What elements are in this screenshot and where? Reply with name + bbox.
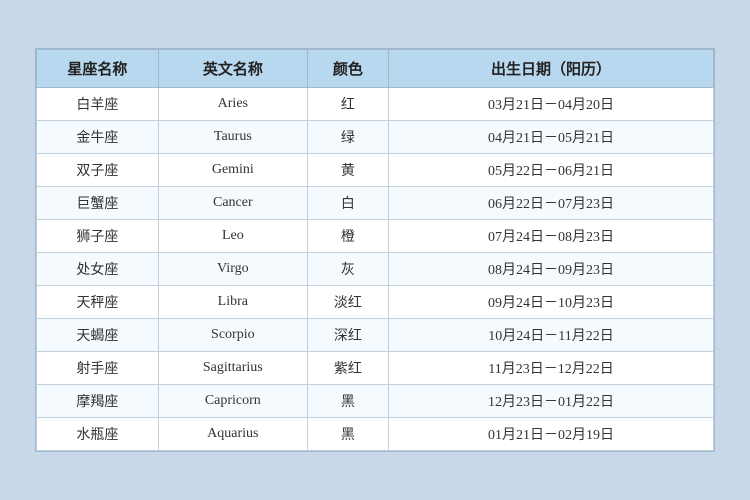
cell-color: 红 <box>307 88 388 121</box>
cell-date: 09月24日－10月23日 <box>389 286 714 319</box>
cell-color: 白 <box>307 187 388 220</box>
cell-english: Leo <box>158 220 307 253</box>
zodiac-table-container: 星座名称 英文名称 颜色 出生日期（阳历） 白羊座Aries红03月21日－04… <box>35 48 715 452</box>
cell-date: 06月22日－07月23日 <box>389 187 714 220</box>
cell-english: Cancer <box>158 187 307 220</box>
cell-english: Scorpio <box>158 319 307 352</box>
cell-date: 05月22日－06月21日 <box>389 154 714 187</box>
cell-english: Taurus <box>158 121 307 154</box>
table-row: 摩羯座Capricorn黑12月23日－01月22日 <box>37 385 714 418</box>
table-row: 射手座Sagittarius紫红11月23日－12月22日 <box>37 352 714 385</box>
table-row: 天秤座Libra淡红09月24日－10月23日 <box>37 286 714 319</box>
table-header-row: 星座名称 英文名称 颜色 出生日期（阳历） <box>37 50 714 88</box>
cell-chinese: 金牛座 <box>37 121 159 154</box>
table-row: 处女座Virgo灰08月24日－09月23日 <box>37 253 714 286</box>
cell-color: 橙 <box>307 220 388 253</box>
table-row: 白羊座Aries红03月21日－04月20日 <box>37 88 714 121</box>
cell-chinese: 双子座 <box>37 154 159 187</box>
cell-date: 07月24日－08月23日 <box>389 220 714 253</box>
cell-chinese: 白羊座 <box>37 88 159 121</box>
cell-chinese: 天秤座 <box>37 286 159 319</box>
cell-english: Aries <box>158 88 307 121</box>
cell-color: 深红 <box>307 319 388 352</box>
cell-english: Libra <box>158 286 307 319</box>
cell-date: 08月24日－09月23日 <box>389 253 714 286</box>
cell-chinese: 水瓶座 <box>37 418 159 451</box>
table-row: 双子座Gemini黄05月22日－06月21日 <box>37 154 714 187</box>
cell-chinese: 巨蟹座 <box>37 187 159 220</box>
table-row: 水瓶座Aquarius黑01月21日－02月19日 <box>37 418 714 451</box>
cell-color: 黑 <box>307 418 388 451</box>
zodiac-table: 星座名称 英文名称 颜色 出生日期（阳历） 白羊座Aries红03月21日－04… <box>36 49 714 451</box>
cell-english: Virgo <box>158 253 307 286</box>
cell-date: 10月24日－11月22日 <box>389 319 714 352</box>
header-chinese-name: 星座名称 <box>37 50 159 88</box>
table-body: 白羊座Aries红03月21日－04月20日金牛座Taurus绿04月21日－0… <box>37 88 714 451</box>
table-row: 天蝎座Scorpio深红10月24日－11月22日 <box>37 319 714 352</box>
cell-english: Capricorn <box>158 385 307 418</box>
cell-color: 黄 <box>307 154 388 187</box>
cell-english: Sagittarius <box>158 352 307 385</box>
table-row: 巨蟹座Cancer白06月22日－07月23日 <box>37 187 714 220</box>
cell-english: Gemini <box>158 154 307 187</box>
cell-color: 绿 <box>307 121 388 154</box>
cell-color: 黑 <box>307 385 388 418</box>
table-row: 金牛座Taurus绿04月21日－05月21日 <box>37 121 714 154</box>
cell-date: 11月23日－12月22日 <box>389 352 714 385</box>
cell-date: 03月21日－04月20日 <box>389 88 714 121</box>
cell-chinese: 天蝎座 <box>37 319 159 352</box>
cell-color: 淡红 <box>307 286 388 319</box>
header-english-name: 英文名称 <box>158 50 307 88</box>
cell-date: 04月21日－05月21日 <box>389 121 714 154</box>
table-row: 狮子座Leo橙07月24日－08月23日 <box>37 220 714 253</box>
cell-chinese: 射手座 <box>37 352 159 385</box>
header-birthdate: 出生日期（阳历） <box>389 50 714 88</box>
cell-color: 紫红 <box>307 352 388 385</box>
cell-chinese: 处女座 <box>37 253 159 286</box>
cell-color: 灰 <box>307 253 388 286</box>
cell-date: 01月21日－02月19日 <box>389 418 714 451</box>
cell-chinese: 狮子座 <box>37 220 159 253</box>
cell-english: Aquarius <box>158 418 307 451</box>
header-color: 颜色 <box>307 50 388 88</box>
cell-date: 12月23日－01月22日 <box>389 385 714 418</box>
cell-chinese: 摩羯座 <box>37 385 159 418</box>
